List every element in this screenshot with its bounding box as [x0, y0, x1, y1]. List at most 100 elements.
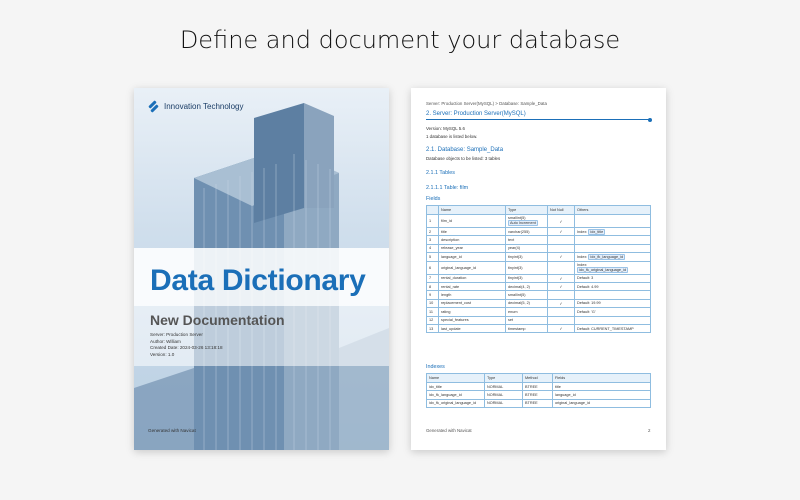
- field-notnull-text: ✓: [559, 255, 563, 260]
- field-no-text: 6: [429, 265, 432, 270]
- field-no-text: 9: [429, 293, 432, 298]
- field-name-text: rating: [441, 309, 451, 314]
- index-name: idx_title: [426, 381, 485, 392]
- field-no-text: 3: [429, 238, 432, 243]
- field-no-text: 12: [429, 318, 434, 323]
- field-name-text: film_id: [441, 219, 452, 223]
- field-no: 11: [426, 307, 439, 317]
- idx-col-method-header: Method: [522, 373, 553, 383]
- col-name-header: Name: [438, 205, 506, 215]
- field-notnull: [547, 307, 575, 317]
- field-name-text: special_features: [441, 318, 469, 323]
- field-notnull-text: ✓: [559, 230, 563, 235]
- field-notnull-text: ✓: [559, 219, 563, 224]
- field-row: 10 replacement_cost decimal(5, 2) ✓ Default:…: [426, 298, 651, 309]
- auto-increment-badge: Auto Increment: [508, 220, 538, 226]
- company-name: Innovation Technology: [164, 102, 244, 111]
- field-type-text: text: [508, 238, 515, 243]
- field-row: 1 film_id smallint(5) Auto Increment ✓: [426, 214, 651, 228]
- field-name-text: original_language_id: [441, 265, 477, 270]
- field-notnull-text: ✓: [559, 276, 563, 281]
- field-no: 7: [426, 273, 439, 283]
- field-no-text: 2: [429, 229, 432, 234]
- field-no: 12: [426, 315, 439, 325]
- index-method: BTREE: [522, 398, 553, 409]
- idx-col-type-header: Type: [484, 373, 523, 383]
- col-others-header: Others: [574, 205, 651, 215]
- field-row: 6 original_language_id tinyint(3) Index: idx…: [426, 260, 651, 275]
- field-type-text: decimal(4, 2): [508, 284, 530, 289]
- server-version: Version: MySQL 5.6: [426, 126, 465, 131]
- field-no: 6: [426, 260, 439, 275]
- index-row: idx_fk_language_id NORMAL BTREE language_id: [426, 390, 651, 400]
- field-type-text: set: [508, 318, 514, 323]
- field-row: 13 last_update timestamp ✓ Default: CURRENT_…: [426, 323, 651, 334]
- index-name: idx_fk_language_id: [426, 390, 485, 400]
- index-row: idx_fk_original_language_id NORMAL BTREE or…: [426, 398, 651, 409]
- field-notnull: [547, 260, 575, 275]
- field-others: [574, 290, 651, 300]
- field-name: rating: [438, 307, 506, 317]
- field-others: Default: 3: [574, 273, 651, 283]
- cover-generated-note: Generated with Navicat: [148, 428, 196, 433]
- idx-col-name-header: Name: [426, 373, 485, 383]
- field-type: timestamp: [505, 323, 548, 334]
- field-name-text: release_year: [441, 246, 463, 251]
- col-notnull-header: Not Null: [547, 205, 575, 215]
- field-others-text: Index:: [577, 229, 589, 234]
- field-type: tinyint(3): [505, 252, 548, 262]
- field-no-text: 8: [429, 284, 432, 289]
- field-name-text: description: [441, 238, 460, 243]
- field-no: 13: [426, 323, 439, 334]
- field-others: Default: 19.99: [574, 298, 651, 309]
- index-method: BTREE: [522, 381, 553, 392]
- field-type: enum: [505, 307, 548, 317]
- field-type: decimal(4, 2): [505, 281, 548, 292]
- field-notnull: ✓: [547, 252, 575, 262]
- field-type: set: [505, 315, 548, 325]
- field-type-text: varchar(255): [508, 229, 530, 234]
- field-no: 3: [426, 235, 439, 245]
- index-type: NORMAL: [484, 398, 523, 409]
- database-heading: 2.1. Database: Sample_Data: [426, 147, 504, 153]
- field-name-text: length: [441, 293, 452, 298]
- field-no: 8: [426, 281, 439, 292]
- idx-col-fields-header: Fields: [552, 373, 651, 383]
- index-fields: language_id: [552, 390, 651, 400]
- index-method: BTREE: [522, 390, 553, 400]
- field-others: [574, 243, 651, 254]
- field-name: description: [438, 235, 506, 245]
- field-notnull: [547, 315, 575, 325]
- field-row: 3 description text: [426, 235, 651, 245]
- field-row: 5 language_id tinyint(3) ✓ Index: idx_fk_lan…: [426, 252, 651, 262]
- index-fields: original_language_id: [552, 398, 651, 409]
- field-notnull: ✓: [547, 273, 575, 283]
- field-no-text: 11: [429, 309, 433, 314]
- field-name: special_features: [438, 315, 506, 325]
- cover-meta: Server: Production Server Author: Willia…: [150, 332, 223, 358]
- page-headline: Define and document your database: [179, 26, 621, 54]
- field-notnull: ✓: [547, 281, 575, 292]
- database-count: 1 database is listed below.: [426, 134, 478, 139]
- logo-icon: [148, 100, 159, 113]
- index-fields: title: [552, 381, 651, 392]
- fields-header-row: Name Type Not Null Others: [426, 205, 651, 215]
- field-no: 4: [426, 243, 439, 254]
- meta-created-date: Created Date: 2024-03-26 13:18:18: [150, 345, 223, 350]
- index-type: NORMAL: [484, 381, 523, 392]
- field-row: 2 title varchar(255) ✓ Index: idx_title: [426, 226, 651, 237]
- field-no-text: 10: [429, 301, 434, 306]
- field-name-text: last_update: [441, 326, 461, 331]
- field-no: 5: [426, 252, 439, 262]
- field-others-text: Default: 19.99: [577, 301, 601, 306]
- field-name: rental_rate: [438, 281, 506, 292]
- field-others-text: Index:: [577, 254, 589, 259]
- document-footer: Generated with Navicat: [426, 428, 472, 433]
- field-type-text: tinyint(3): [508, 254, 523, 259]
- tables-heading: 2.1.1 Tables: [426, 170, 455, 176]
- field-name-text: replacement_cost: [441, 301, 471, 306]
- field-others: [574, 214, 651, 228]
- field-type: varchar(255): [505, 226, 548, 237]
- field-name: last_update: [438, 323, 506, 334]
- field-type-text: decimal(5, 2): [508, 301, 530, 306]
